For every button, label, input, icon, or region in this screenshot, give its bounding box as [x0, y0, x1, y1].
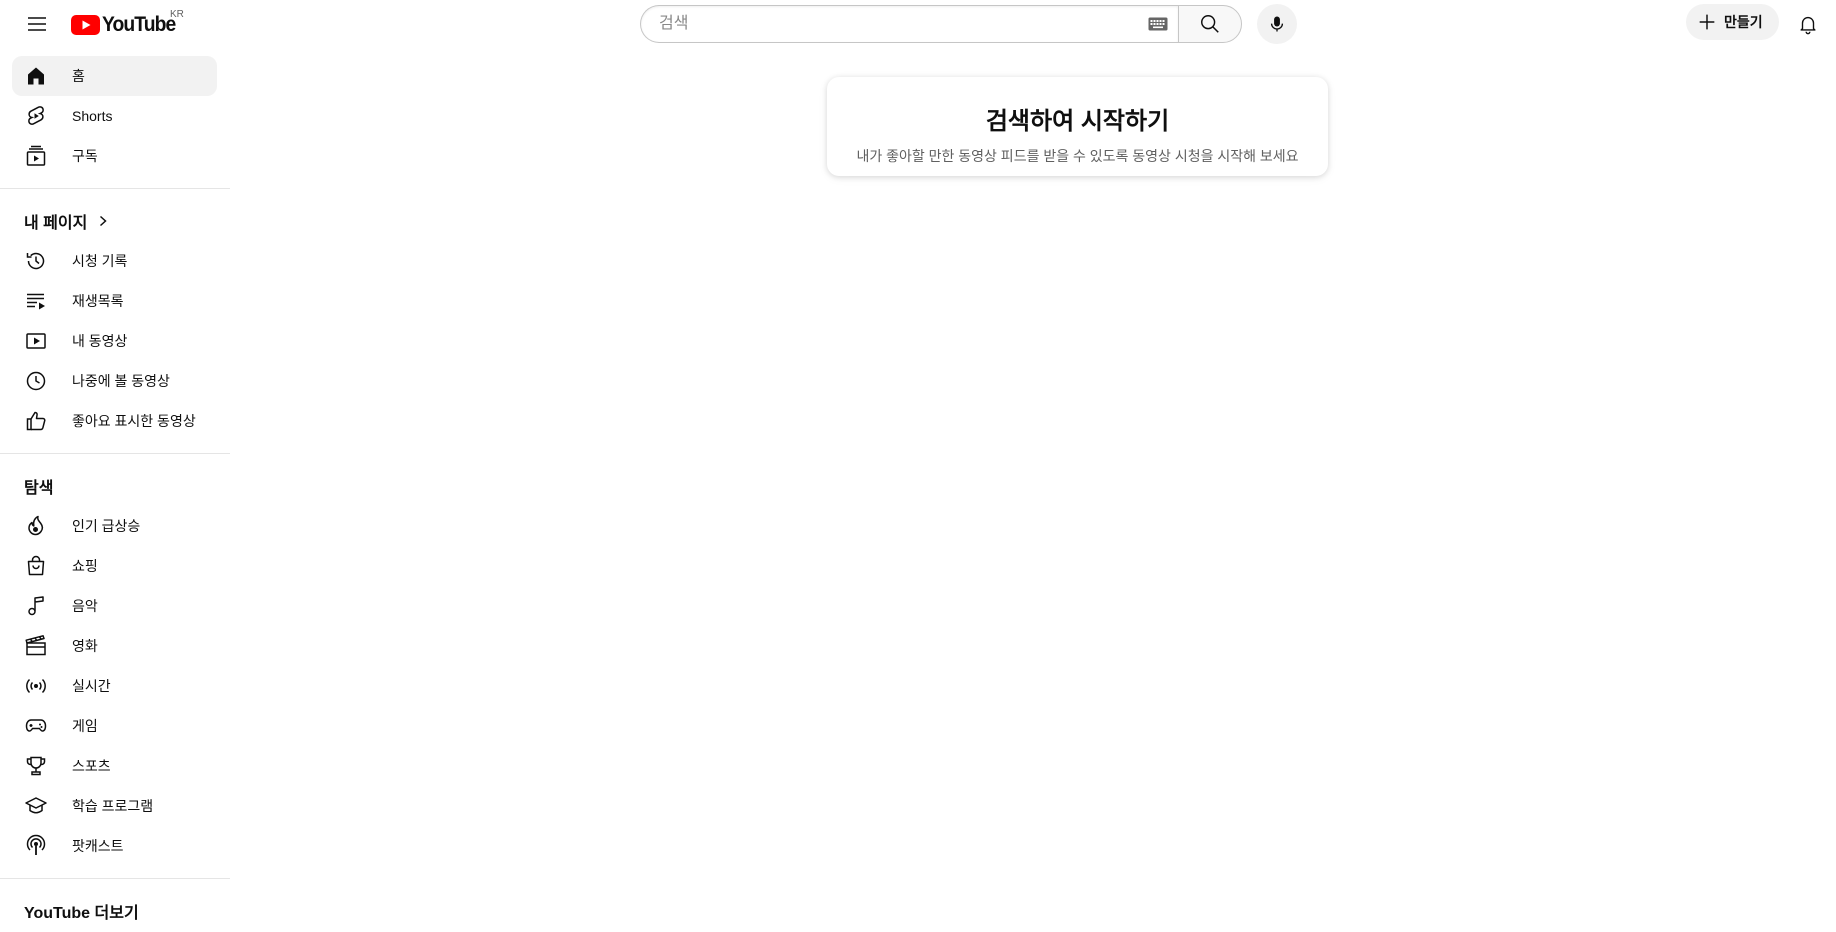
sidebar-item-label: 좋아요 표시한 동영상 [72, 413, 196, 429]
sidebar: 홈 Shorts 구독 내 페이지 시청 기록 재생목록 내 동영상 나중에 볼… [0, 56, 230, 931]
plus-icon [1696, 11, 1718, 33]
sidebar-item-liked-videos[interactable]: 좋아요 표시한 동영상 [12, 401, 217, 441]
chevron-right-icon [97, 214, 109, 228]
playlist-icon [24, 289, 48, 313]
sidebar-item-label: 음악 [72, 598, 98, 614]
sidebar-item-sports[interactable]: 스포츠 [12, 746, 217, 786]
youtube-logo[interactable]: YouTube [71, 12, 182, 38]
card-subtitle: 내가 좋아할 만한 동영상 피드를 받을 수 있도록 동영상 시청을 시작해 보… [856, 148, 1299, 164]
youtube-play-icon [71, 15, 100, 35]
sidebar-item-label: 재생목록 [72, 293, 124, 309]
logo-text: YouTube [102, 13, 176, 36]
sidebar-item-label: 인기 급상승 [72, 518, 141, 534]
trophy-icon [24, 754, 48, 778]
my-videos-icon [24, 329, 48, 353]
liked-icon [24, 409, 48, 433]
search-button[interactable] [1178, 5, 1242, 43]
sidebar-item-label: 팟캐스트 [72, 838, 124, 854]
sidebar-item-label: 구독 [72, 148, 98, 164]
hamburger-icon [25, 12, 49, 36]
movies-icon [24, 634, 48, 658]
notifications-button[interactable] [1788, 4, 1828, 44]
start-search-card: 검색하여 시작하기 내가 좋아할 만한 동영상 피드를 받을 수 있도록 동영상… [827, 77, 1328, 176]
sidebar-item-live[interactable]: 실시간 [12, 666, 217, 706]
sidebar-divider [0, 453, 230, 454]
shopping-icon [24, 554, 48, 578]
bell-icon [1797, 13, 1819, 35]
sidebar-item-home[interactable]: 홈 [12, 56, 217, 96]
explore-heading-label: 탐색 [24, 480, 54, 497]
menu-button[interactable] [13, 4, 61, 44]
search-input[interactable] [657, 14, 1138, 34]
podcast-icon [24, 834, 48, 858]
sidebar-item-watch-later[interactable]: 나중에 볼 동영상 [12, 361, 217, 401]
sidebar-item-label: 홈 [72, 68, 85, 84]
history-icon [24, 249, 48, 273]
sidebar-item-gaming[interactable]: 게임 [12, 706, 217, 746]
keyboard-icon[interactable] [1138, 5, 1178, 43]
search-bar [640, 4, 1242, 44]
sidebar-item-podcasts[interactable]: 팟캐스트 [12, 826, 217, 866]
sidebar-divider [0, 188, 230, 189]
card-title: 검색하여 시작하기 [985, 108, 1170, 135]
my-page-heading[interactable]: 내 페이지 [24, 201, 230, 241]
explore-heading: 탐색 [24, 466, 230, 506]
sidebar-item-label: Shorts [72, 108, 113, 124]
sidebar-item-music[interactable]: 음악 [12, 586, 217, 626]
search-box [640, 5, 1178, 43]
subscriptions-icon [24, 144, 48, 168]
watch-later-icon [24, 369, 48, 393]
sidebar-item-label: 쇼핑 [72, 558, 98, 574]
sidebar-item-history[interactable]: 시청 기록 [12, 241, 217, 281]
search-icon [1199, 13, 1221, 35]
sidebar-item-label: 게임 [72, 718, 98, 734]
shorts-icon [24, 104, 48, 128]
more-heading-label: YouTube 더보기 [24, 905, 139, 922]
sidebar-item-trending[interactable]: 인기 급상승 [12, 506, 217, 546]
sidebar-item-subscriptions[interactable]: 구독 [12, 136, 217, 176]
trending-icon [24, 514, 48, 538]
voice-search-button[interactable] [1257, 4, 1297, 44]
country-code: KR [170, 9, 184, 20]
music-icon [24, 594, 48, 618]
sidebar-item-label: 학습 프로그램 [72, 798, 154, 814]
sidebar-item-label: 스포츠 [72, 758, 111, 774]
sidebar-item-label: 영화 [72, 638, 98, 654]
sidebar-item-learning[interactable]: 학습 프로그램 [12, 786, 217, 826]
home-icon [24, 64, 48, 88]
more-from-youtube-heading: YouTube 더보기 [24, 891, 230, 931]
sidebar-item-label: 실시간 [72, 678, 111, 694]
live-icon [24, 674, 48, 698]
sidebar-item-label: 시청 기록 [72, 253, 128, 269]
sidebar-item-shopping[interactable]: 쇼핑 [12, 546, 217, 586]
top-bar: YouTube KR 만들기 [0, 0, 1836, 48]
create-label: 만들기 [1724, 14, 1763, 30]
sidebar-item-movies[interactable]: 영화 [12, 626, 217, 666]
sidebar-item-label: 내 동영상 [72, 333, 128, 349]
sidebar-item-playlists[interactable]: 재생목록 [12, 281, 217, 321]
sidebar-item-my-videos[interactable]: 내 동영상 [12, 321, 217, 361]
gaming-icon [24, 714, 48, 738]
microphone-icon [1267, 14, 1287, 34]
graduation-cap-icon [24, 794, 48, 818]
sidebar-divider [0, 878, 230, 879]
create-button[interactable]: 만들기 [1686, 4, 1779, 40]
sidebar-item-shorts[interactable]: Shorts [12, 96, 217, 136]
sidebar-item-label: 나중에 볼 동영상 [72, 373, 170, 389]
my-page-heading-label: 내 페이지 [24, 215, 88, 232]
